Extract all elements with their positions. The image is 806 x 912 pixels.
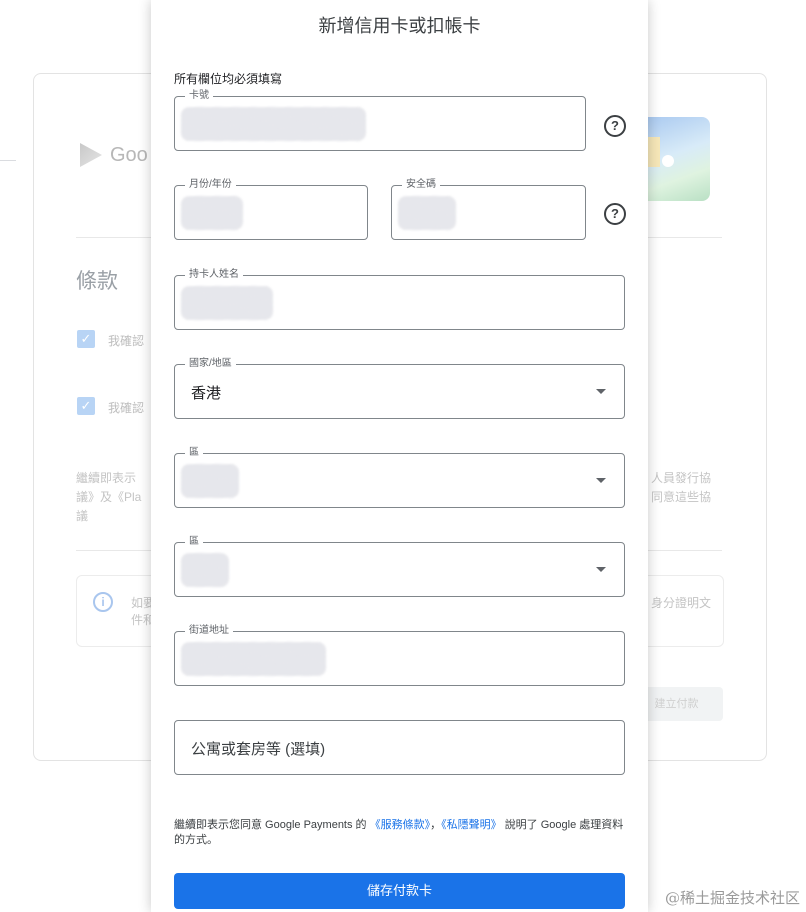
district-select[interactable]: 區 — [174, 535, 625, 597]
terms-title: 條款 — [76, 270, 118, 293]
terms-of-service-link[interactable]: 《服務條款》 — [370, 819, 431, 831]
expiry-field[interactable]: 月份/年份 — [174, 178, 368, 240]
expiry-label: 月份/年份 — [185, 178, 236, 192]
redacted-value — [181, 107, 366, 141]
notice-text: 同意這些協 — [651, 490, 712, 504]
illustration — [640, 117, 710, 201]
district-label: 區 — [185, 446, 203, 460]
save-card-button[interactable]: 儲存付款卡 — [174, 873, 625, 909]
apartment-field[interactable]: 公寓或套房等 (選填) — [174, 720, 625, 775]
privacy-notice-link[interactable]: 《私隱聲明》 — [441, 819, 502, 831]
cardholder-name-field[interactable]: 持卡人姓名 — [174, 268, 625, 330]
redacted-value — [181, 286, 273, 320]
country-select[interactable]: 國家/地區 香港 — [174, 357, 625, 419]
street-address-field[interactable]: 街道地址 — [174, 624, 625, 686]
redacted-value — [181, 553, 229, 587]
district-label: 區 — [185, 535, 203, 549]
checkbox-icon[interactable]: ✓ — [77, 397, 95, 415]
legal-prefix: 繼續即表示您同意 Google Payments 的 — [174, 819, 367, 831]
divider — [0, 160, 16, 161]
brand-text: Goo — [110, 143, 148, 166]
google-play-logo: Goo — [80, 143, 148, 167]
help-icon[interactable]: ? — [604, 203, 626, 225]
play-icon — [80, 143, 102, 167]
dialog-title: 新增信用卡或扣帳卡 — [318, 16, 481, 36]
redacted-value — [181, 196, 243, 230]
security-code-label: 安全碼 — [402, 178, 440, 192]
watermark: @稀土掘金技术社区 — [664, 889, 800, 907]
info-text: 身分證明文 — [651, 596, 712, 610]
redacted-value — [181, 642, 326, 676]
dropdown-arrow-icon — [596, 389, 606, 394]
dropdown-arrow-icon — [596, 567, 606, 572]
country-value: 香港 — [191, 385, 222, 402]
add-card-dialog: 新增信用卡或扣帳卡 所有欄位均必須填寫 卡號 ? 月份/年份 安全碼 ? 持卡人… — [151, 0, 648, 912]
district-select[interactable]: 區 — [174, 446, 625, 508]
card-number-field[interactable]: 卡號 — [174, 89, 586, 151]
legal-text: 繼續即表示您同意 Google Payments 的 《服務條款》，《私隱聲明》… — [174, 818, 629, 848]
checkbox-label: 我確認 — [108, 334, 145, 348]
notice-text: 議》及《Pla — [76, 490, 142, 504]
street-address-label: 街道地址 — [185, 624, 233, 638]
apartment-placeholder: 公寓或套房等 (選填) — [191, 741, 326, 758]
checkbox-icon[interactable]: ✓ — [77, 330, 95, 348]
notice-text: 繼續即表示 — [76, 471, 137, 485]
card-number-label: 卡號 — [185, 89, 213, 103]
legal-separator: ， — [430, 819, 442, 831]
checkbox-label: 我確認 — [108, 401, 145, 415]
help-icon[interactable]: ? — [604, 115, 626, 137]
info-icon: i — [93, 592, 113, 612]
notice-text: 人員發行協 — [651, 471, 712, 485]
dropdown-arrow-icon — [596, 478, 606, 483]
country-label: 國家/地區 — [185, 357, 236, 371]
redacted-value — [398, 196, 456, 230]
required-note: 所有欄位均必須填寫 — [174, 72, 283, 86]
notice-text: 議 — [76, 509, 89, 523]
cardholder-name-label: 持卡人姓名 — [185, 268, 243, 282]
redacted-value — [181, 464, 239, 498]
security-code-field[interactable]: 安全碼 — [391, 178, 586, 240]
